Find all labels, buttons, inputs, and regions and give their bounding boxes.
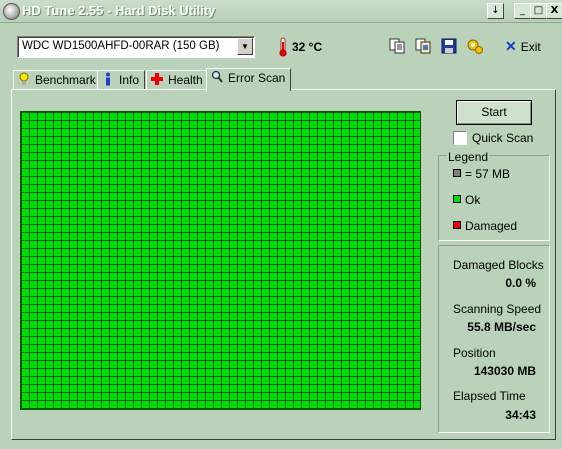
exit-label: Exit [520,40,541,54]
options-icon[interactable] [466,37,484,55]
tab-error-scan-label: Error Scan [228,71,286,85]
tab-health-label: Health [168,73,203,87]
benchmark-icon [19,72,29,85]
scanning-speed-value: 55.8 MB/sec [467,320,536,334]
gray-square-icon [453,169,461,177]
tab-benchmark[interactable]: Benchmark [13,70,98,89]
stats-group [438,245,550,433]
quick-scan-label[interactable]: Quick Scan [472,131,533,145]
health-icon [151,73,163,85]
legend-item-label: Ok [465,193,481,207]
info-icon [106,72,110,86]
elapsed-time-value: 34:43 [505,408,536,422]
legend-item-label: = 57 MB [465,167,511,181]
window-title: HD Tune 2.55 - Hard Disk Utility [22,3,216,18]
legend-item-damaged: Damaged [453,219,517,233]
drive-select[interactable]: WDC WD1500AHFD-00RAR (150 GB) ▼ [17,36,255,58]
close-button[interactable]: X [546,3,562,19]
legend-title: Legend [447,150,490,164]
minimize-button[interactable]: _ [514,3,531,19]
chevron-down-icon[interactable]: ▼ [237,38,253,55]
tab-error-scan[interactable]: Error Scan [206,68,291,91]
error-scan-icon [211,70,223,83]
scanning-speed-label: Scanning Speed [453,302,542,316]
legend-item-label: Damaged [465,219,518,233]
error-scan-block-map [20,111,421,410]
start-button[interactable]: Start [456,100,532,125]
title-bar: HD Tune 2.55 - Hard Disk Utility ↓ _ □ X [0,0,562,23]
maximize-button[interactable]: □ [530,3,547,19]
tab-health[interactable]: Health [146,70,208,89]
exit-icon: ✕ [505,38,517,54]
legend-item-block-size: = 57 MB [453,167,510,181]
temperature-readout: 32 °C [292,40,323,54]
dropdown-button[interactable]: ↓ [487,3,504,19]
copy-screenshot-icon[interactable] [414,37,432,55]
tab-info[interactable]: Info [97,70,145,89]
position-label: Position [453,346,496,360]
elapsed-time-label: Elapsed Time [453,389,526,403]
exit-button[interactable]: ✕ Exit [505,38,541,55]
damaged-blocks-label: Damaged Blocks [453,258,544,272]
green-square-icon [453,195,461,203]
app-icon[interactable] [3,3,20,20]
quick-scan-checkbox[interactable] [453,131,467,145]
damaged-blocks-value: 0.0 % [505,276,536,290]
tab-info-label: Info [119,73,140,87]
copy-text-icon[interactable] [388,37,406,55]
legend-item-ok: Ok [453,193,480,207]
thermometer-icon [279,37,287,57]
position-value: 143030 MB [473,364,536,378]
drive-select-value: WDC WD1500AHFD-00RAR (150 GB) [22,40,220,52]
red-square-icon [453,221,461,229]
tab-benchmark-label: Benchmark [35,73,96,87]
save-icon[interactable] [440,37,458,55]
